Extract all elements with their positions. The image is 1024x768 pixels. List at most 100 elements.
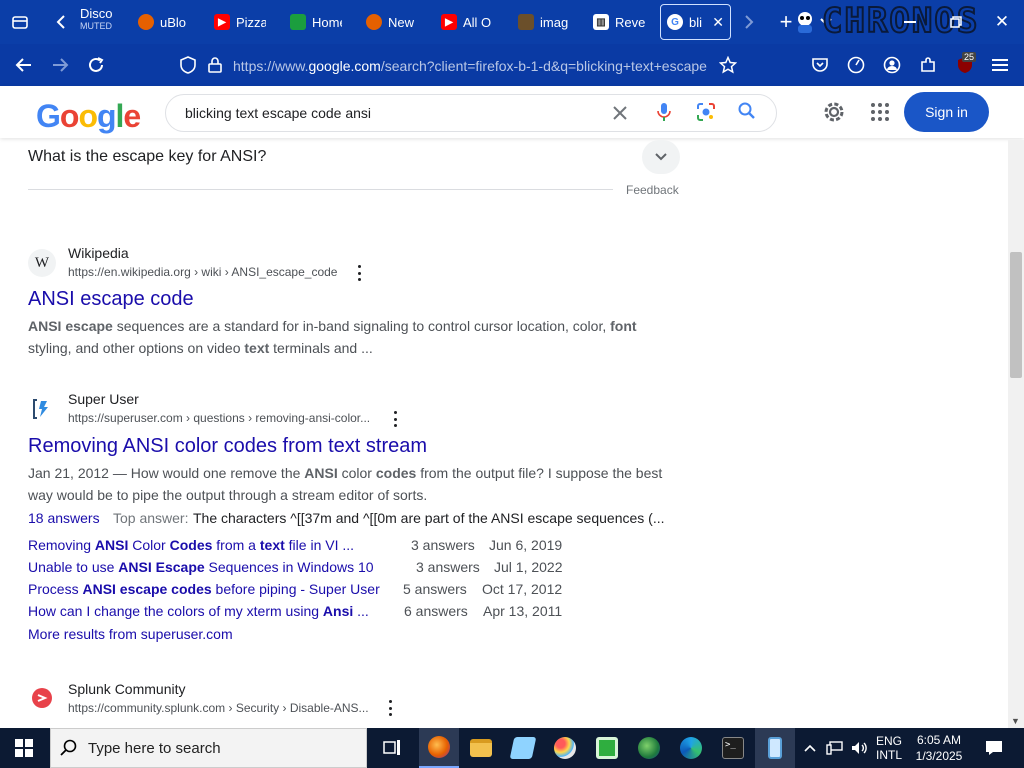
tab-overview-icon[interactable]	[4, 0, 36, 44]
tab-label: Home	[312, 14, 342, 30]
tab-label: imag	[540, 14, 569, 30]
sitelink[interactable]: Removing ANSI Color Codes from a text fi…	[28, 537, 354, 553]
tab-image[interactable]: imag	[518, 4, 572, 40]
lock-icon[interactable]	[204, 44, 226, 86]
minimize-icon[interactable]	[896, 0, 924, 44]
account-icon[interactable]	[880, 44, 904, 86]
network-icon[interactable]	[824, 728, 846, 768]
sitelink-bold: Codes	[169, 537, 213, 553]
result-cite[interactable]: https://superuser.com › questions › remo…	[68, 411, 370, 425]
result-snippet: way would be to pipe the output through …	[28, 487, 428, 503]
tab-new[interactable]: New	[366, 4, 416, 40]
mascot-icon	[794, 0, 816, 44]
edge-browser-icon[interactable]	[671, 728, 711, 768]
bookmark-star-icon[interactable]	[716, 44, 740, 86]
tab-reverse[interactable]: ▥ Reve	[593, 4, 647, 40]
result-title-link[interactable]: Removing ANSI color codes from text stre…	[28, 435, 427, 458]
windows-start-icon[interactable]	[4, 728, 44, 768]
show-hidden-icons-icon[interactable]	[800, 728, 820, 768]
sitelink[interactable]: Process ANSI escape codes before piping …	[28, 581, 380, 597]
language-indicator[interactable]: ENG INTL	[872, 728, 906, 768]
sitelink-text: ...	[353, 603, 369, 619]
top-answer-text[interactable]: The characters ^[[37m and ^[[0m are part…	[193, 510, 665, 526]
voice-search-icon[interactable]	[657, 102, 677, 124]
result-cite[interactable]: https://community.splunk.com › Security …	[68, 701, 369, 715]
superuser-favicon	[28, 395, 56, 423]
page-scrollbar[interactable]	[1008, 140, 1024, 728]
people-also-ask-question[interactable]: What is the escape key for ANSI?	[28, 148, 266, 166]
terminal-icon[interactable]: >_	[713, 728, 753, 768]
tab-home[interactable]: Home	[290, 4, 342, 40]
firefox-taskbar-icon[interactable]	[419, 728, 459, 768]
expand-chevron-icon[interactable]	[642, 140, 680, 174]
settings-gear-icon[interactable]	[822, 100, 846, 124]
google-apps-icon[interactable]	[870, 102, 890, 122]
more-options-icon[interactable]	[353, 265, 365, 281]
more-options-icon[interactable]	[384, 700, 396, 716]
file-explorer-icon[interactable]	[461, 728, 501, 768]
language-code: ENG	[875, 734, 902, 748]
sitelink-answers: 6 answers	[404, 603, 468, 619]
feedback-link[interactable]: Feedback	[626, 183, 679, 197]
result-source[interactable]: Super User	[68, 391, 139, 407]
sitelink-text: from a	[212, 537, 260, 553]
sitelink[interactable]: Unable to use ANSI Escape Sequences in W…	[28, 559, 374, 575]
search-icon[interactable]	[738, 102, 760, 124]
answers-count-link[interactable]: 18 answers	[28, 510, 100, 526]
youtube-icon: ▶	[214, 14, 230, 30]
tab-discord[interactable]: Disco MUTED	[80, 6, 116, 40]
back-icon[interactable]	[10, 44, 38, 86]
notepad-app-icon[interactable]	[503, 728, 543, 768]
divider	[28, 189, 613, 190]
tracking-shield-icon[interactable]	[176, 44, 200, 86]
result-source[interactable]: Splunk Community	[68, 681, 186, 697]
ublock-icon[interactable]: 25	[952, 44, 978, 86]
tab-ublock[interactable]: uBlo	[138, 4, 190, 40]
clear-search-icon[interactable]	[612, 102, 632, 124]
speed-dial-icon[interactable]	[844, 44, 868, 86]
green-app-icon[interactable]	[587, 728, 627, 768]
task-view-icon[interactable]	[372, 728, 412, 768]
sitelink-date: Oct 17, 2012	[482, 581, 563, 597]
pocket-icon[interactable]	[808, 44, 832, 86]
sitelink-bold: text	[259, 537, 285, 553]
tab-google-active[interactable]: G bli ✕	[660, 4, 731, 40]
more-options-icon[interactable]	[389, 411, 401, 427]
close-window-icon[interactable]: ✕	[988, 0, 1016, 44]
snippet-text: styling, and other options on video	[28, 340, 245, 356]
result-title-link[interactable]: ANSI escape code	[28, 288, 194, 311]
volume-icon[interactable]	[848, 728, 870, 768]
close-tab-icon[interactable]: ✕	[712, 14, 724, 31]
lens-search-icon[interactable]	[696, 102, 718, 124]
url-bar[interactable]: https://www.google.com/search?client=fir…	[233, 56, 713, 76]
notifications-icon[interactable]	[980, 728, 1008, 768]
paint-app-icon[interactable]	[545, 728, 585, 768]
scroll-down-icon[interactable]: ▼	[1011, 716, 1020, 726]
google-logo[interactable]: Google	[36, 98, 141, 135]
result-cite[interactable]: https://en.wikipedia.org › wiki › ANSI_e…	[68, 265, 337, 279]
restore-icon[interactable]	[942, 0, 970, 44]
tabs-scroll-left-icon[interactable]	[48, 0, 74, 44]
extensions-icon[interactable]	[916, 44, 940, 86]
sign-in-button[interactable]: Sign in	[904, 92, 989, 132]
tab-all-of[interactable]: ▶ All O	[441, 4, 493, 40]
snippet-text: Jan 21, 2012 — How would one remove the	[28, 465, 305, 481]
search-input[interactable]: blicking text escape code ansi	[185, 105, 371, 121]
more-results-link[interactable]: More results from superuser.com	[28, 626, 233, 642]
snippet-text: from the output file? I suppose the best	[416, 465, 663, 481]
sitelink-date: Jul 1, 2022	[494, 559, 563, 575]
app-taskbar-icon[interactable]	[755, 728, 795, 768]
scrollbar-thumb[interactable]	[1010, 252, 1022, 378]
reload-icon[interactable]	[82, 44, 110, 86]
tab-pizza[interactable]: ▶ Pizza	[214, 4, 266, 40]
menu-icon[interactable]	[988, 44, 1012, 86]
clock[interactable]: 6:05 AM 1/3/2025	[908, 728, 970, 768]
sitelink[interactable]: How can I change the colors of my xterm …	[28, 603, 369, 619]
result-snippet: Jan 21, 2012 — How would one remove the …	[28, 462, 662, 484]
tabs-scroll-right-icon[interactable]	[738, 0, 760, 44]
result-source[interactable]: Wikipedia	[68, 245, 129, 261]
tab-label: New	[388, 14, 415, 30]
forward-icon[interactable]	[46, 44, 74, 86]
clock-date: 1/3/2025	[915, 749, 963, 763]
globe-app-icon[interactable]	[629, 728, 669, 768]
